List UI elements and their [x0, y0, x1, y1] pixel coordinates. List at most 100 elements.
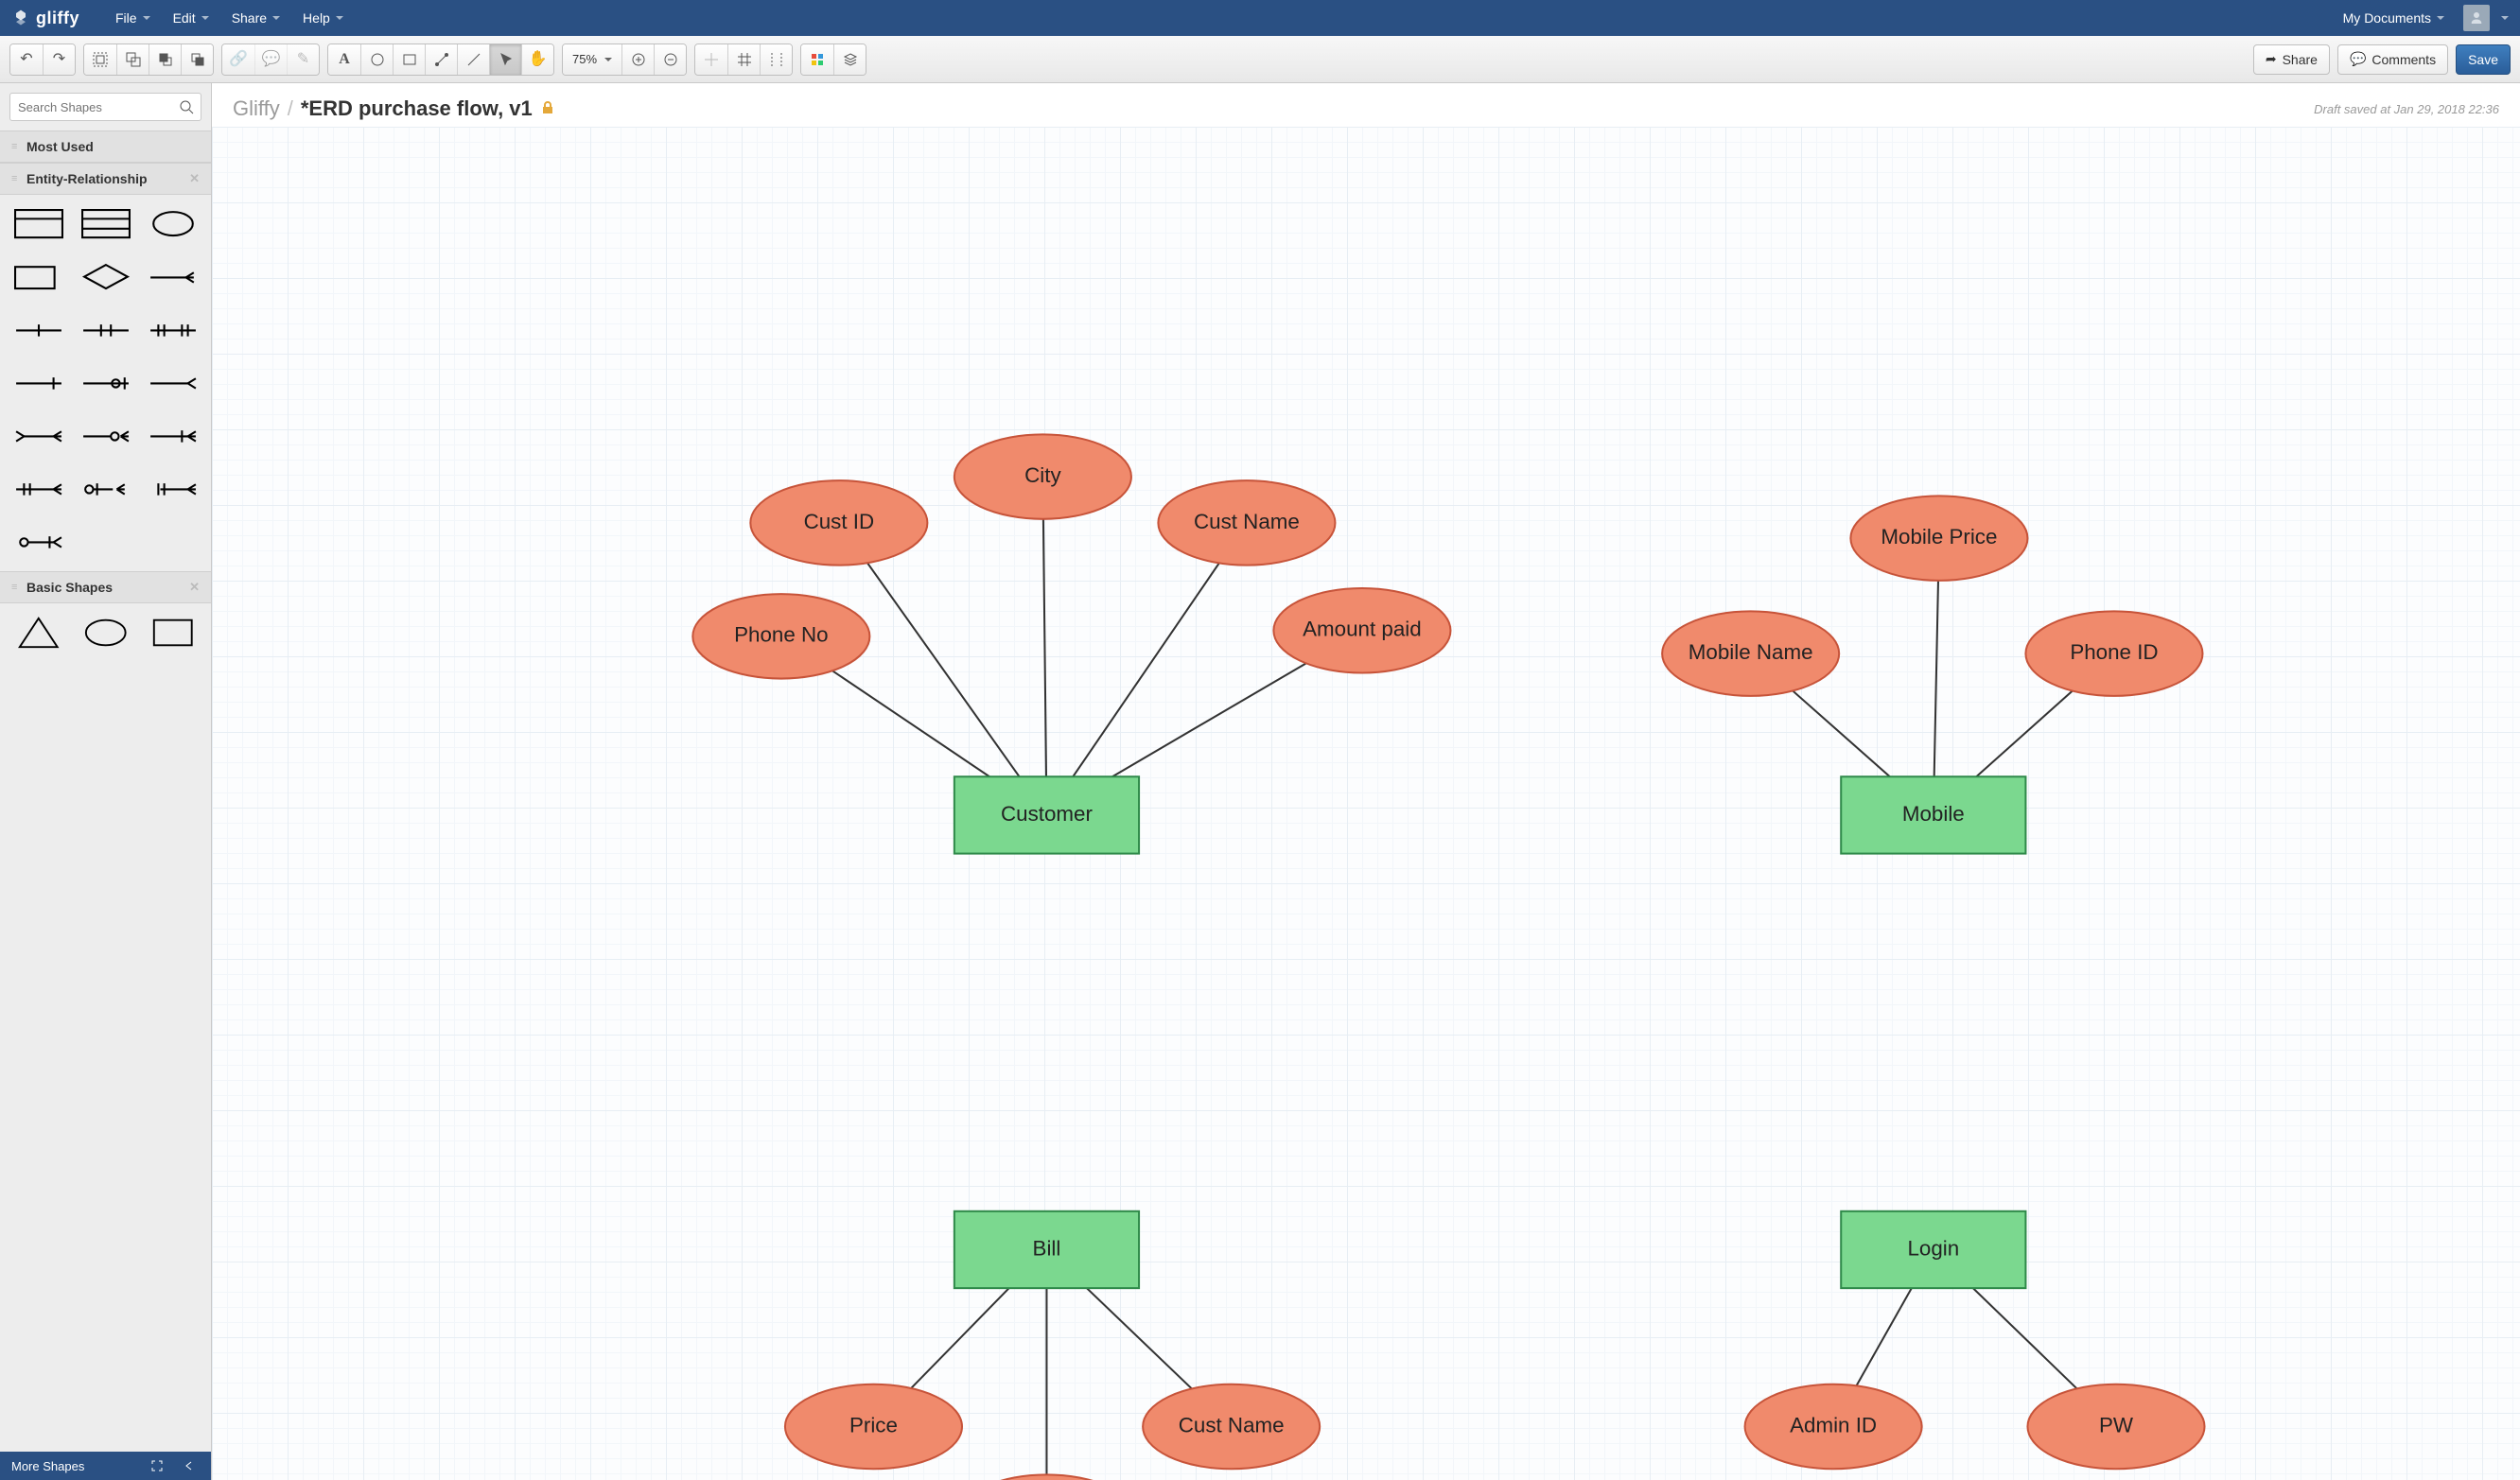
theme-button[interactable]: [801, 44, 833, 75]
guides-button[interactable]: [760, 44, 792, 75]
diagram-canvas[interactable]: Cust ID City Cust Name Phone No Amount paid M…: [212, 127, 2520, 1480]
shape-line-one-many[interactable]: [142, 416, 203, 456]
erd-attribute[interactable]: Amount paid: [1273, 588, 1450, 672]
more-shapes-link[interactable]: More Shapes: [11, 1459, 84, 1473]
erd-entity[interactable]: Bill: [954, 1211, 1139, 1288]
pointer-icon: [499, 52, 514, 67]
menu-edit[interactable]: Edit: [164, 5, 219, 31]
shape-attribute[interactable]: [142, 204, 203, 244]
erd-attribute[interactable]: PW: [2027, 1384, 2204, 1469]
rect-tool[interactable]: [393, 44, 425, 75]
svg-text:Price: Price: [849, 1413, 898, 1436]
shape-line-one-one[interactable]: [75, 310, 136, 350]
zoom-out-button[interactable]: [654, 44, 686, 75]
shape-ellipse[interactable]: [75, 613, 136, 653]
svg-text:Cust Name: Cust Name: [1179, 1413, 1285, 1436]
send-back-button[interactable]: [181, 44, 213, 75]
shape-line-many[interactable]: [8, 416, 69, 456]
comments-icon: 💬: [2350, 51, 2366, 67]
section-entity-relationship[interactable]: ≡ Entity-Relationship ✕: [0, 163, 211, 195]
erd-entity[interactable]: Login: [1841, 1211, 2025, 1288]
layers-button[interactable]: [833, 44, 866, 75]
connector-tool[interactable]: [425, 44, 457, 75]
shape-weak-entity[interactable]: [8, 257, 69, 297]
save-button[interactable]: Save: [2456, 44, 2511, 75]
breadcrumb-root[interactable]: Gliffy: [233, 96, 280, 121]
grid-button[interactable]: [727, 44, 760, 75]
pan-tool[interactable]: ✋: [521, 44, 553, 75]
connector-line[interactable]: [1042, 477, 1046, 815]
line-tool[interactable]: [457, 44, 489, 75]
share-icon: ➦: [2266, 51, 2277, 67]
bring-front-button[interactable]: [149, 44, 181, 75]
connector-line[interactable]: [839, 523, 1047, 815]
undo-icon: ↶: [20, 52, 32, 67]
popup-icon: ✎: [297, 52, 309, 67]
theme-icon: [810, 52, 825, 67]
section-most-used[interactable]: ≡ Most Used: [0, 131, 211, 163]
shape-line-zero-one-many[interactable]: [8, 522, 69, 562]
undo-button[interactable]: ↶: [10, 44, 43, 75]
shape-line-onemany-both[interactable]: [8, 469, 69, 509]
svg-text:Amount paid: Amount paid: [1303, 618, 1422, 641]
search-shapes-input[interactable]: [9, 93, 201, 121]
erd-attribute[interactable]: Phone No: [692, 594, 869, 678]
collapse-sidebar-icon[interactable]: [179, 1455, 200, 1476]
comments-button[interactable]: 💬Comments: [2337, 44, 2448, 75]
text-tool[interactable]: A: [328, 44, 360, 75]
redo-button[interactable]: ↷: [43, 44, 75, 75]
erd-attribute[interactable]: Cust ID: [750, 480, 927, 565]
erd-attribute[interactable]: Mobile Price: [1850, 496, 2027, 580]
erd-attribute[interactable]: City: [954, 434, 1131, 518]
my-documents-link[interactable]: My Documents: [2334, 5, 2454, 31]
zoom-in-button[interactable]: [621, 44, 654, 75]
erd-attribute[interactable]: Price: [785, 1384, 962, 1469]
erd-attribute[interactable]: Phone ID: [2025, 611, 2202, 695]
shape-triangle[interactable]: [8, 613, 69, 653]
erd-attribute[interactable]: Bid: [958, 1474, 1135, 1480]
ellipse-tool[interactable]: [360, 44, 393, 75]
drag-grip-icon: ≡: [11, 173, 21, 184]
shape-line-plain[interactable]: [8, 363, 69, 403]
erd-entity[interactable]: Mobile: [1841, 776, 2025, 853]
erd-attribute[interactable]: Admin ID: [1745, 1384, 1922, 1469]
shape-entity[interactable]: [8, 204, 69, 244]
erd-attribute[interactable]: Mobile Name: [1662, 611, 1839, 695]
zoom-dropdown[interactable]: 75%: [563, 44, 621, 75]
shape-line-many-one[interactable]: [142, 469, 203, 509]
pointer-tool[interactable]: [489, 44, 521, 75]
grid-icon: [737, 52, 752, 67]
user-avatar[interactable]: [2463, 5, 2490, 31]
line-icon: [466, 52, 481, 67]
menu-share[interactable]: Share: [222, 5, 289, 31]
sidebar-footer: More Shapes: [0, 1452, 211, 1480]
share-button[interactable]: ➦Share: [2253, 44, 2330, 75]
shape-line-zero-many[interactable]: [75, 416, 136, 456]
menu-file[interactable]: File: [106, 5, 160, 31]
close-icon[interactable]: ✕: [189, 580, 200, 595]
erd-entity[interactable]: Customer: [954, 776, 1139, 853]
menu-help[interactable]: Help: [293, 5, 353, 31]
erd-attribute[interactable]: Cust Name: [1158, 480, 1335, 565]
shape-line-zero-one[interactable]: [75, 363, 136, 403]
document-title[interactable]: *ERD purchase flow, v1: [301, 96, 533, 121]
app-name: gliffy: [36, 9, 79, 28]
shape-rectangle[interactable]: [142, 613, 203, 653]
group-button[interactable]: [84, 44, 116, 75]
fit-icon[interactable]: [147, 1455, 167, 1476]
shape-line-zeromany-both[interactable]: [75, 469, 136, 509]
close-icon[interactable]: ✕: [189, 171, 200, 186]
user-icon: [2468, 9, 2485, 26]
shape-line-dash[interactable]: [142, 363, 203, 403]
shape-line-oneone-both[interactable]: [142, 310, 203, 350]
erd-attribute[interactable]: Cust Name: [1143, 1384, 1320, 1469]
ungroup-button[interactable]: [116, 44, 149, 75]
shape-entity-rows[interactable]: [75, 204, 136, 244]
shape-line-crow[interactable]: [142, 257, 203, 297]
svg-text:Mobile Name: Mobile Name: [1689, 640, 1813, 664]
shape-line-one[interactable]: [8, 310, 69, 350]
shape-relationship[interactable]: [75, 257, 136, 297]
section-basic-shapes[interactable]: ≡ Basic Shapes ✕: [0, 571, 211, 603]
connector-line[interactable]: [1046, 523, 1246, 815]
popup-button: ✎: [287, 44, 319, 75]
